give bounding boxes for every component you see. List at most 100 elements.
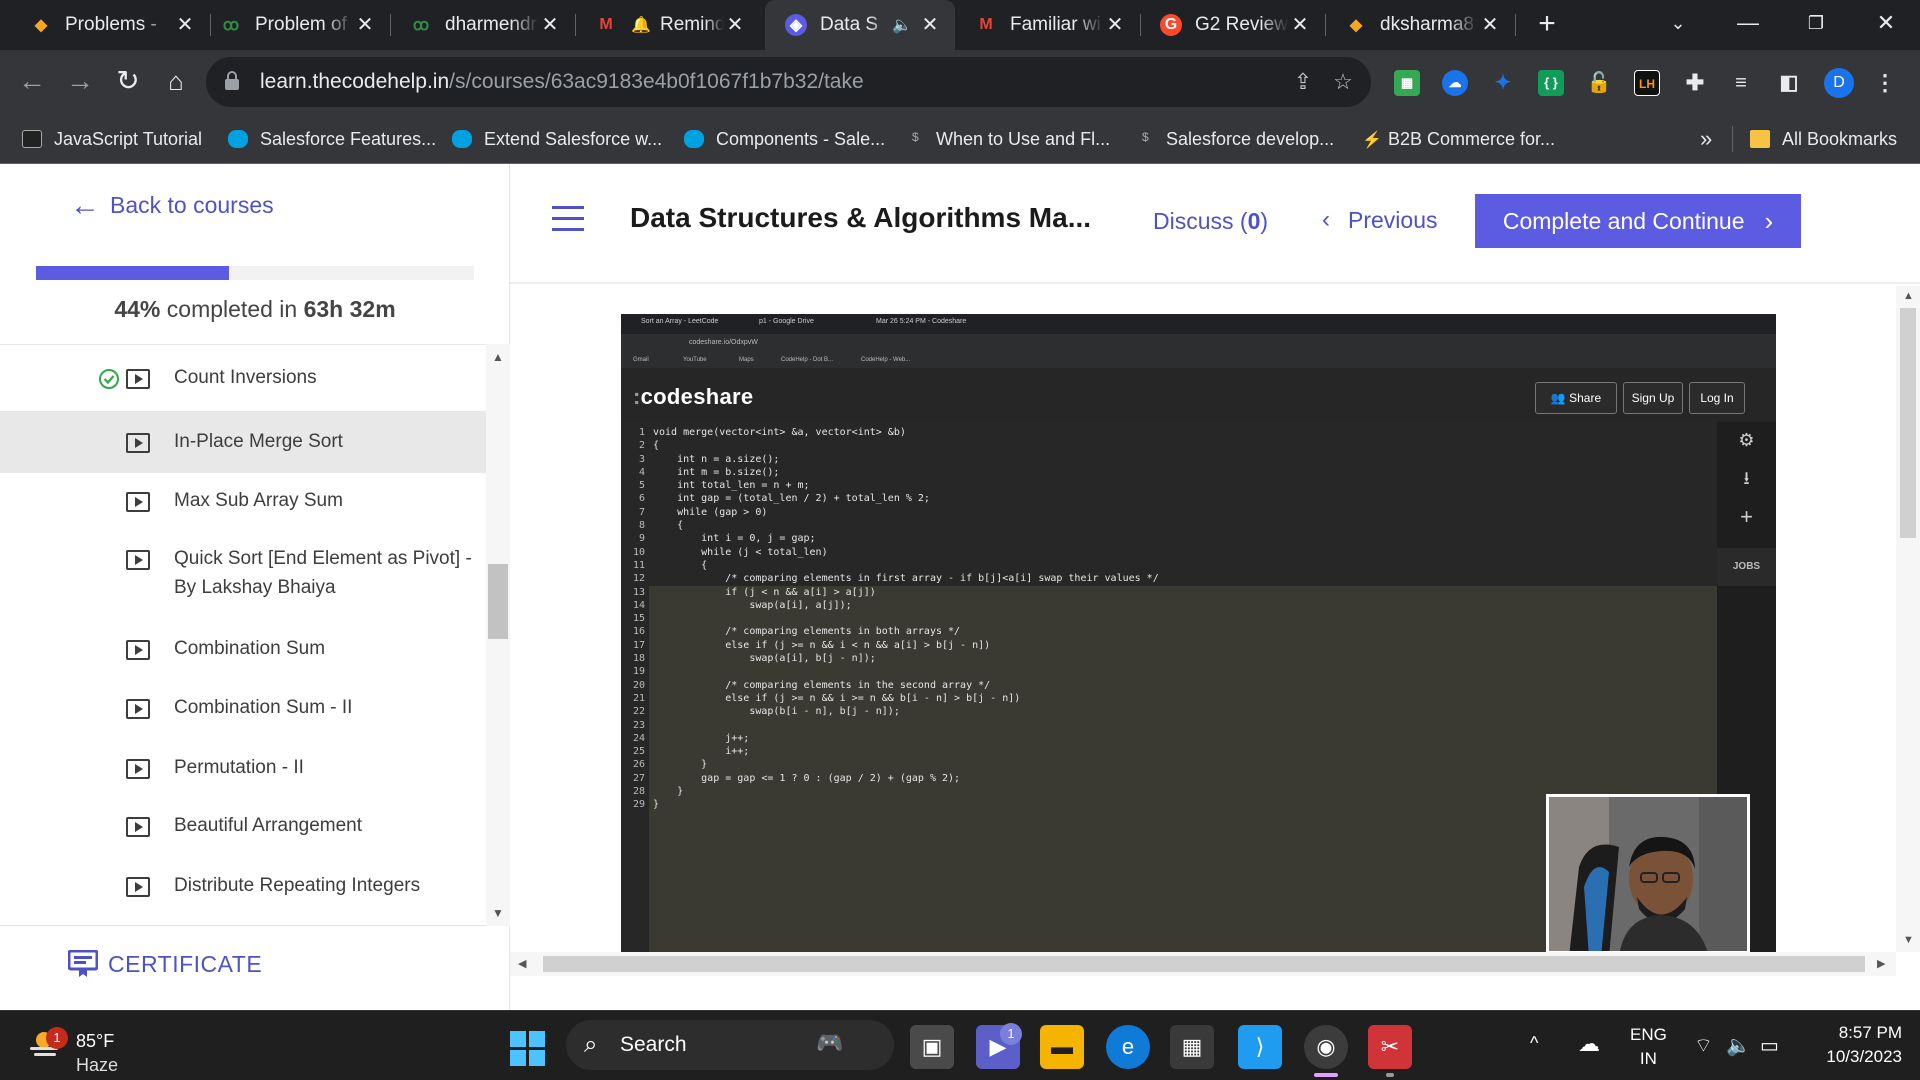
code-extension-icon[interactable]: { } bbox=[1538, 70, 1564, 96]
content-vertical-scrollbar[interactable]: ▲ ▼ bbox=[1896, 286, 1920, 952]
tab-search-icon[interactable]: ⌄ bbox=[1648, 0, 1708, 50]
file-explorer-icon[interactable]: ▬ bbox=[1040, 1025, 1084, 1069]
code-line: 16 /* comparing elements in both arrays … bbox=[627, 625, 1159, 638]
back-arrow-icon[interactable]: ← bbox=[12, 62, 52, 102]
star-icon[interactable]: ☆ bbox=[1328, 67, 1358, 97]
lighthouse-extension-icon[interactable]: LH bbox=[1634, 70, 1660, 96]
media-control-icon[interactable]: ≡ bbox=[1728, 70, 1754, 96]
browser-tab[interactable]: ◆ dksharma8 ✕ bbox=[1325, 0, 1515, 50]
vscode-icon[interactable]: ⟩ bbox=[1238, 1025, 1282, 1069]
browser-tab-active[interactable]: ◈ Data S 🔈 ✕ bbox=[765, 0, 955, 50]
content-horizontal-scrollbar[interactable]: ◀ ▶ bbox=[510, 952, 1896, 976]
taskbar-search-box[interactable]: ⌕ Search 🎮 bbox=[566, 1020, 894, 1070]
lecture-video-player[interactable]: Sort an Array - LeetCode p1 - Google Dri… bbox=[621, 314, 1776, 954]
language-indicator[interactable]: ENG IN bbox=[1630, 1025, 1667, 1069]
back-to-courses-link[interactable]: ← Back to courses bbox=[70, 190, 274, 220]
bookmark-item[interactable]: ⚡ B2B Commerce for... bbox=[1362, 114, 1555, 164]
lesson-list-scrollbar[interactable]: ▲ ▼ bbox=[486, 344, 510, 926]
puzzle-icon[interactable]: ✚ bbox=[1682, 70, 1708, 96]
menu-kebab-icon[interactable]: ⋮ bbox=[1872, 70, 1898, 96]
browser-tab[interactable]: ꝏ dharmendra ✕ bbox=[390, 0, 575, 50]
bookmark-item[interactable]: Components - Sale... bbox=[684, 114, 885, 164]
volume-icon[interactable]: 🔈 bbox=[1726, 1033, 1751, 1058]
salesforce-extension-icon[interactable]: ☁ bbox=[1442, 70, 1468, 96]
onedrive-cloud-icon[interactable]: ☁ bbox=[1578, 1031, 1600, 1057]
lesson-item-distribute-repeating-integers[interactable]: Distribute Repeating Integers bbox=[0, 857, 486, 915]
clock[interactable]: 8:57 PM 10/3/2023 bbox=[1810, 1023, 1902, 1067]
discuss-link[interactable]: Discuss (0) bbox=[1153, 208, 1268, 235]
browser-tab[interactable]: M Familiar wi ✕ bbox=[955, 0, 1140, 50]
close-icon[interactable]: ✕ bbox=[919, 14, 941, 36]
scroll-up-arrow-icon[interactable]: ▲ bbox=[1903, 290, 1914, 302]
sheets-extension-icon[interactable]: ▦ bbox=[1394, 70, 1420, 96]
browser-tab[interactable]: ꝏ Problem of ✕ bbox=[200, 0, 390, 50]
lock-extension-icon[interactable]: 🔓 bbox=[1586, 70, 1612, 96]
scrollbar-thumb[interactable] bbox=[543, 956, 1865, 972]
speaker-icon[interactable]: 🔈 bbox=[891, 14, 913, 36]
task-view-icon[interactable]: ▣ bbox=[910, 1025, 954, 1069]
bookmark-item[interactable]: Extend Salesforce w... bbox=[452, 114, 662, 164]
code-line-text: } bbox=[653, 786, 684, 798]
scroll-down-arrow-icon[interactable]: ▼ bbox=[1903, 934, 1914, 946]
scrollbar-thumb[interactable] bbox=[488, 564, 508, 639]
home-icon[interactable]: ⌂ bbox=[156, 62, 196, 102]
close-icon[interactable]: ✕ bbox=[174, 14, 196, 36]
bookmark-item[interactable]: $ Salesforce develop... bbox=[1142, 114, 1334, 164]
lesson-item-count-inversions[interactable]: Count Inversions bbox=[0, 345, 486, 411]
share-icon[interactable]: ⇪ bbox=[1288, 67, 1318, 97]
scroll-left-arrow-icon[interactable]: ◀ bbox=[518, 957, 526, 970]
close-icon[interactable]: ✕ bbox=[1289, 14, 1311, 36]
new-tab-button[interactable]: + bbox=[1530, 8, 1564, 42]
close-icon[interactable]: ✕ bbox=[724, 14, 746, 36]
code-line: 13 if (j < n && a[i] > a[j]) bbox=[627, 586, 1159, 599]
lesson-item-in-place-merge-sort[interactable]: In-Place Merge Sort bbox=[0, 411, 486, 473]
certificate-link[interactable]: CERTIFICATE bbox=[68, 950, 262, 978]
scroll-right-arrow-icon[interactable]: ▶ bbox=[1877, 957, 1885, 970]
ms-store-icon[interactable]: ▦ bbox=[1170, 1025, 1214, 1069]
previous-lesson-button[interactable]: ‹ Previous bbox=[1322, 206, 1437, 234]
minimize-button[interactable]: — bbox=[1718, 0, 1778, 50]
browser-tab[interactable]: M 🔔 Reminder ✕ bbox=[575, 0, 760, 50]
battery-icon[interactable]: ▭ bbox=[1760, 1033, 1779, 1058]
scrollbar-thumb[interactable] bbox=[1900, 308, 1916, 538]
bookmark-item[interactable]: Salesforce Features... bbox=[228, 114, 436, 164]
close-icon[interactable]: ✕ bbox=[354, 14, 376, 36]
close-icon[interactable]: ✕ bbox=[539, 14, 561, 36]
address-bar[interactable]: learn.thecodehelp.in/s/courses/63ac9183e… bbox=[206, 57, 1371, 107]
complete-and-continue-button[interactable]: Complete and Continue › bbox=[1475, 194, 1801, 248]
edge-icon[interactable]: e bbox=[1106, 1025, 1150, 1069]
lesson-item-quick-sort[interactable]: Quick Sort [End Element as Pivot] - By L… bbox=[0, 531, 486, 621]
bookmark-item[interactable]: $ When to Use and Fl... bbox=[912, 114, 1110, 164]
hamburger-menu-icon[interactable] bbox=[552, 206, 584, 232]
browser-tab[interactable]: ◆ Problems - ✕ bbox=[10, 0, 210, 50]
forward-arrow-icon[interactable]: → bbox=[60, 62, 100, 102]
tray-overflow-chevron-icon[interactable]: ^ bbox=[1530, 1033, 1538, 1054]
line-number: 25 bbox=[632, 746, 645, 758]
butterfly-extension-icon[interactable]: ✦ bbox=[1490, 70, 1516, 96]
side-panel-icon[interactable]: ◧ bbox=[1776, 70, 1802, 96]
lesson-item-max-sub-array-sum[interactable]: Max Sub Array Sum bbox=[0, 473, 486, 531]
snipping-tool-icon[interactable]: ✂ bbox=[1368, 1025, 1412, 1069]
close-icon[interactable]: ✕ bbox=[1104, 14, 1126, 36]
close-icon[interactable]: ✕ bbox=[1479, 14, 1501, 36]
restore-button[interactable]: ❐ bbox=[1786, 0, 1846, 50]
scroll-down-arrow-icon[interactable]: ▼ bbox=[486, 906, 510, 920]
bookmark-item[interactable]: JavaScript Tutorial bbox=[22, 114, 202, 164]
all-bookmarks-button[interactable]: All Bookmarks bbox=[1750, 114, 1897, 164]
lightning-icon: ⚡ bbox=[1362, 132, 1382, 149]
windows-start-icon[interactable] bbox=[510, 1031, 546, 1067]
chrome-icon[interactable]: ◉ bbox=[1304, 1025, 1348, 1069]
browser-tab[interactable]: G G2 Review ✕ bbox=[1140, 0, 1325, 50]
bookmarks-overflow-button[interactable]: » bbox=[1700, 126, 1712, 152]
profile-avatar[interactable]: D bbox=[1824, 68, 1854, 98]
lesson-item-combination-sum[interactable]: Combination Sum bbox=[0, 621, 486, 679]
lesson-item-beautiful-arrangement[interactable]: Beautiful Arrangement bbox=[0, 797, 486, 857]
scroll-up-arrow-icon[interactable]: ▲ bbox=[486, 350, 510, 364]
close-window-button[interactable]: ✕ bbox=[1856, 0, 1916, 50]
code-line: 18 swap(a[i], b[j - n]); bbox=[627, 652, 1159, 665]
lesson-item-combination-sum-ii[interactable]: Combination Sum - II bbox=[0, 679, 486, 739]
code-line-text: while (gap > 0) bbox=[653, 506, 768, 518]
reload-icon[interactable]: ↻ bbox=[108, 62, 148, 102]
lesson-item-permutation-ii[interactable]: Permutation - II bbox=[0, 739, 486, 797]
wifi-icon[interactable]: ⌔ bbox=[1694, 1033, 1713, 1058]
